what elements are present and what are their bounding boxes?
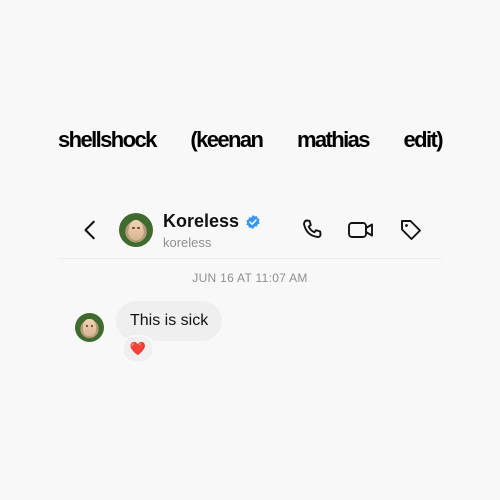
- chat-header: Koreless koreless: [0, 205, 500, 257]
- tag-icon[interactable]: [399, 218, 423, 242]
- message-timestamp: JUN 16 AT 11:07 AM: [192, 271, 308, 285]
- headline-word-4: edit): [403, 127, 444, 152]
- video-camera-icon[interactable]: [347, 218, 375, 242]
- avatar[interactable]: [119, 213, 153, 247]
- back-chevron-icon[interactable]: [80, 219, 102, 241]
- contact-name-row[interactable]: Koreless: [163, 211, 261, 232]
- sender-avatar[interactable]: [75, 313, 104, 342]
- phone-icon[interactable]: [300, 218, 324, 242]
- heart-icon: ❤️: [129, 341, 147, 356]
- verified-badge-icon: [246, 214, 260, 229]
- headline-word-1: shellshock: [58, 127, 157, 152]
- header-divider: [58, 258, 442, 259]
- contact-username: koreless: [163, 235, 212, 250]
- headline-word-3: mathias: [296, 127, 371, 152]
- headline-word-2: (keenan: [190, 127, 264, 152]
- contact-name: Koreless: [163, 211, 240, 231]
- headline: shellshock (keenan mathias edit): [58, 125, 444, 155]
- message-text: This is sick: [130, 312, 209, 329]
- heart-reaction[interactable]: ❤️: [122, 335, 154, 363]
